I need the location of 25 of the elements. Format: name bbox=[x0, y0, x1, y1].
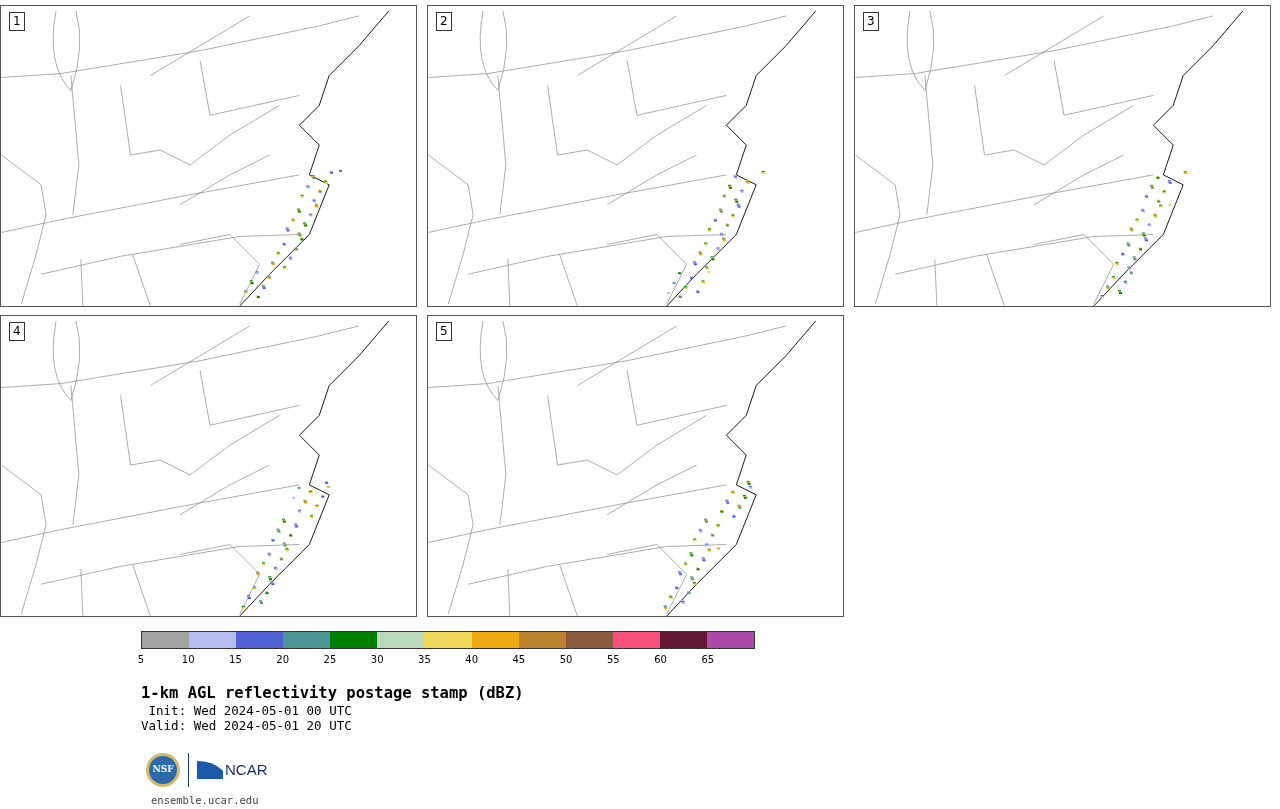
colorbar-tick-label: 55 bbox=[607, 654, 620, 665]
colorbar-tick-label: 35 bbox=[418, 654, 431, 665]
ncar-logo-text: NCAR bbox=[225, 759, 268, 780]
site-url: ensemble.ucar.edu bbox=[151, 793, 260, 808]
colorbar-tick-label: 60 bbox=[654, 654, 667, 665]
panel-number: 4 bbox=[9, 322, 25, 341]
init-time: Init: Wed 2024-05-01 00 UTC bbox=[147, 703, 353, 718]
colorbar-tick-label: 65 bbox=[701, 654, 715, 665]
panel-number: 3 bbox=[863, 12, 879, 31]
colorbar-tick-label: 50 bbox=[559, 654, 573, 665]
panel-number: 1 bbox=[9, 12, 25, 31]
colorbar-tick-label: 10 bbox=[181, 654, 195, 665]
colorbar-tick-label: 20 bbox=[276, 654, 290, 665]
colorbar-tick-label: 15 bbox=[229, 654, 242, 665]
nsf-logo-text: NSF bbox=[152, 763, 174, 777]
panel-number: 2 bbox=[436, 12, 452, 31]
ncar-swoosh-icon bbox=[197, 761, 223, 779]
colorbar-tick-label: 25 bbox=[323, 654, 337, 665]
valid-time: Valid: Wed 2024-05-01 20 UTC bbox=[141, 718, 353, 733]
colorbar-tick-label: 30 bbox=[370, 654, 384, 665]
colorbar-tick-label: 40 bbox=[465, 654, 478, 665]
panel-number: 5 bbox=[436, 322, 452, 341]
colorbar-tick-label: 5 bbox=[137, 654, 145, 665]
chart-title: 1-km AGL reflectivity postage stamp (dBZ) bbox=[141, 683, 525, 703]
colorbar-tick-label: 45 bbox=[512, 654, 526, 665]
